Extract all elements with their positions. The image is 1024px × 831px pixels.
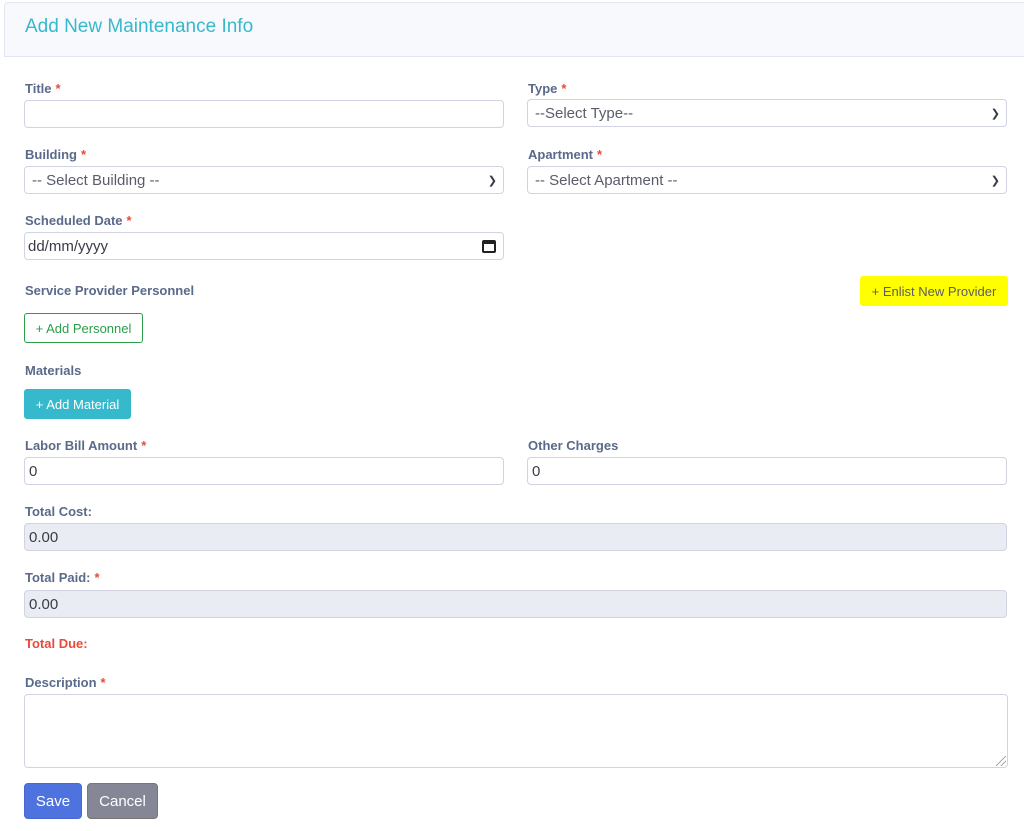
calendar-icon[interactable]: [482, 239, 496, 253]
required-mark: *: [561, 81, 567, 96]
required-mark: *: [94, 570, 100, 585]
enlist-new-provider-button[interactable]: + Enlist New Provider: [860, 276, 1008, 306]
apartment-select[interactable]: -- Select Apartment -- ❯: [527, 166, 1007, 194]
description-textarea[interactable]: [24, 694, 1008, 768]
required-mark: *: [126, 213, 132, 228]
type-label: Type *: [528, 81, 567, 96]
materials-label: Materials: [25, 363, 82, 378]
chevron-down-icon: ❯: [990, 107, 1000, 120]
chevron-down-icon: ❯: [487, 174, 497, 187]
labor-bill-label: Labor Bill Amount *: [25, 438, 147, 453]
chevron-down-icon: ❯: [990, 174, 1000, 187]
apartment-label: Apartment *: [528, 147, 603, 162]
scheduled-date-input[interactable]: dd/mm/yyyy: [24, 232, 504, 260]
required-mark: *: [81, 147, 87, 162]
type-select[interactable]: --Select Type-- ❯: [527, 99, 1007, 127]
service-provider-label: Service Provider Personnel: [25, 283, 195, 298]
required-mark: *: [597, 147, 603, 162]
building-select-value: -- Select Building --: [32, 171, 160, 189]
cancel-button[interactable]: Cancel: [87, 783, 158, 819]
required-mark: *: [55, 81, 61, 96]
title-input[interactable]: [24, 100, 504, 128]
add-personnel-button[interactable]: + Add Personnel: [24, 313, 143, 343]
scheduled-date-label: Scheduled Date *: [25, 213, 132, 228]
description-wrapper: [24, 694, 1008, 768]
save-button[interactable]: Save: [24, 783, 82, 819]
resize-handle-icon[interactable]: [996, 756, 1006, 766]
total-paid-input[interactable]: [24, 590, 1007, 618]
scheduled-date-placeholder: dd/mm/yyyy: [28, 237, 109, 255]
page-title: Add New Maintenance Info: [25, 16, 254, 37]
description-label: Description *: [25, 675, 106, 690]
total-due-label: Total Due:: [25, 636, 88, 651]
total-cost-input: [24, 523, 1007, 551]
total-paid-label: Total Paid: *: [25, 570, 100, 585]
required-mark: *: [141, 438, 147, 453]
required-mark: *: [100, 675, 106, 690]
labor-bill-input[interactable]: [24, 457, 504, 485]
total-cost-label: Total Cost:: [25, 504, 92, 519]
building-select[interactable]: -- Select Building -- ❯: [24, 166, 504, 194]
building-label: Building *: [25, 147, 87, 162]
other-charges-input[interactable]: [527, 457, 1007, 485]
add-material-button[interactable]: + Add Material: [24, 389, 131, 419]
other-charges-label: Other Charges: [528, 438, 619, 453]
apartment-select-value: -- Select Apartment --: [535, 171, 678, 189]
title-label: Title *: [25, 81, 61, 96]
type-select-value: --Select Type--: [535, 104, 634, 122]
card-header: Add New Maintenance Info: [4, 2, 1024, 57]
